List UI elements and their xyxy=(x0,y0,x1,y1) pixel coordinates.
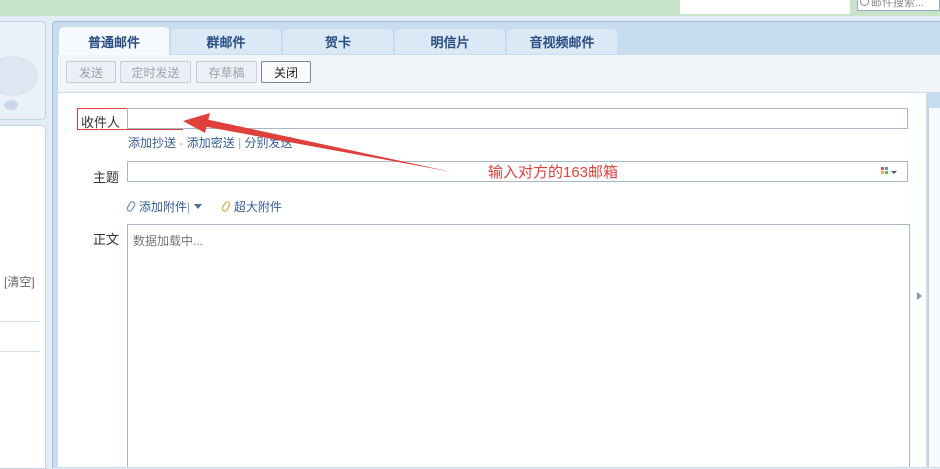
add-cc-link[interactable]: 添加抄送 xyxy=(128,136,176,150)
close-button[interactable]: 关闭 xyxy=(261,61,311,83)
send-button[interactable]: 发送 xyxy=(66,61,116,83)
grid-square xyxy=(881,171,884,174)
grid-square xyxy=(885,167,888,170)
tab-av-mail[interactable]: 音视频邮件 xyxy=(507,29,617,54)
annotation-text: 输入对方的163邮箱 xyxy=(488,164,619,181)
save-draft-button[interactable]: 存草稿 xyxy=(196,61,257,83)
add-bcc-link[interactable]: 添加密送 xyxy=(187,136,235,150)
grid-square xyxy=(881,167,884,170)
mascot-image xyxy=(0,56,38,96)
super-attachment-icon xyxy=(220,200,232,213)
link-separator: | xyxy=(187,200,191,214)
subject-label: 主题 xyxy=(93,170,120,185)
attachment-row: 添加附件| 超大附件 xyxy=(125,198,282,215)
sidebar-divider xyxy=(0,351,40,352)
mail-search-input[interactable]: 邮件搜索... xyxy=(857,0,940,11)
search-icon xyxy=(860,0,869,6)
super-attachment-link[interactable]: 超大附件 xyxy=(234,200,282,214)
body-label: 正文 xyxy=(93,232,120,247)
mascot-image-detail xyxy=(4,100,18,110)
recipient-label: 收件人 xyxy=(81,115,121,130)
subject-options-icon[interactable] xyxy=(881,167,899,177)
sidebar-folder-panel xyxy=(0,125,46,469)
body-loading-text: 数据加载中... xyxy=(133,234,204,248)
recipient-input[interactable] xyxy=(127,108,908,129)
chevron-down-icon xyxy=(891,171,897,174)
body-editor[interactable] xyxy=(127,224,910,467)
tab-group-mail[interactable]: 群邮件 xyxy=(171,29,281,54)
tab-normal-mail[interactable]: 普通邮件 xyxy=(59,27,169,55)
tab-greeting-card[interactable]: 贺卡 xyxy=(283,29,393,54)
side-panel-collapsed[interactable] xyxy=(928,108,940,467)
mail-search-placeholder: 邮件搜索... xyxy=(871,0,925,9)
add-attachment-link[interactable]: 添加附件 xyxy=(139,200,187,214)
grid-square xyxy=(885,171,888,174)
sidebar-avatar-card xyxy=(0,21,46,120)
attachment-dropdown-icon[interactable] xyxy=(194,204,203,209)
paperclip-icon xyxy=(125,200,137,213)
separate-send-link[interactable]: 分别发送 xyxy=(245,136,293,150)
sidebar-divider xyxy=(0,321,40,322)
expand-panel-arrow-icon[interactable] xyxy=(917,292,922,300)
link-separator: - xyxy=(179,136,187,150)
scheduled-send-button[interactable]: 定时发送 xyxy=(120,61,191,83)
top-banner-white-area xyxy=(680,0,850,14)
cc-links-row: 添加抄送 - 添加密送 | 分别发送 xyxy=(128,134,293,151)
clear-link[interactable]: [清空] xyxy=(4,273,35,290)
tab-postcard[interactable]: 明信片 xyxy=(395,29,505,54)
